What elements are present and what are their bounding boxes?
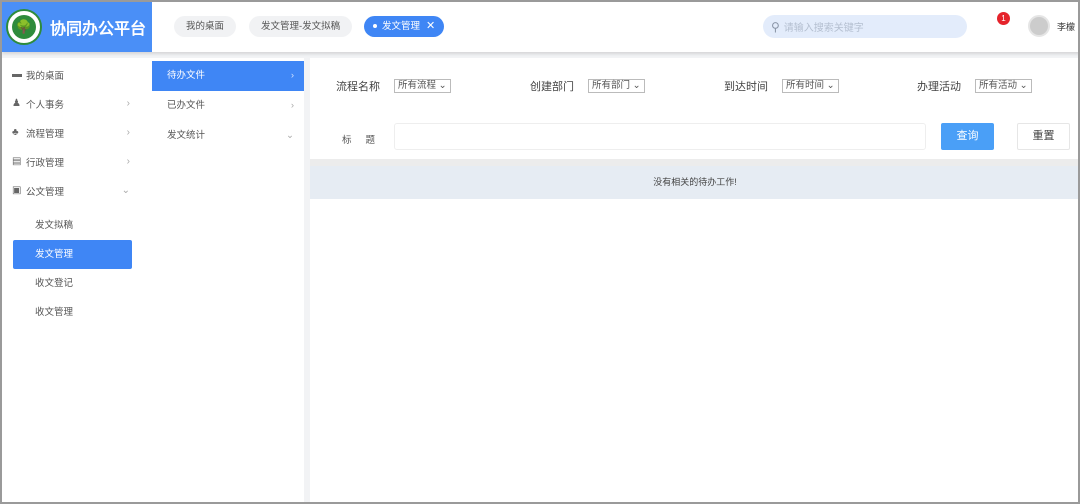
active-dot-icon bbox=[373, 24, 377, 29]
logo: 🌳 协同办公平台 bbox=[2, 2, 152, 52]
user-name[interactable]: 李檬 bbox=[1057, 20, 1075, 33]
filter-label: 到达时间 bbox=[724, 81, 768, 93]
select-value: 所有活动 bbox=[979, 80, 1018, 91]
chevron-right-icon: › bbox=[290, 70, 294, 81]
select-value: 所有流程 bbox=[398, 80, 437, 91]
arrival-time-select[interactable]: 所有时间 ⌄ bbox=[782, 79, 839, 93]
nav-label: 个人事务 bbox=[26, 99, 65, 111]
sidebar-item-desktop[interactable]: ▬ 我的桌面 bbox=[2, 60, 152, 89]
tab-label: 发文管理-发文拟稿 bbox=[261, 21, 341, 32]
main-content: 流程名称 所有流程 ⌄ 创建部门 所有部门 ⌄ 到达时间 所有时间 ⌄ 办理活动 所有活… bbox=[310, 58, 1078, 502]
process-select[interactable]: 所有流程 ⌄ bbox=[394, 79, 451, 93]
filter-label: 办理活动 bbox=[917, 81, 961, 93]
notification-badge[interactable]: 1 bbox=[997, 12, 1010, 25]
org-chart-icon: ♣ bbox=[12, 127, 19, 138]
sidebar-subitem-doc-management[interactable]: 发文管理 bbox=[13, 240, 132, 269]
chevron-down-icon: ⌄ bbox=[286, 130, 294, 141]
title-label: 标题 bbox=[342, 135, 390, 146]
sidebar-item-personal[interactable]: ♟ 个人事务 › bbox=[2, 89, 152, 118]
sidebar-item-official-docs[interactable]: ▣ 公文管理 ⌄ bbox=[2, 176, 152, 205]
users-icon: ♟ bbox=[12, 98, 21, 109]
nav-label: 公文管理 bbox=[26, 186, 65, 198]
logo-emblem-icon: 🌳 bbox=[6, 9, 42, 45]
submenu: 待办文件 › 已办文件 › 发文统计 ⌄ bbox=[152, 58, 304, 502]
app-window: 🌳 协同办公平台 我的桌面 发文管理-发文拟稿 发文管理 ✕ ⚲ 请输入搜索关键字 … bbox=[0, 0, 1080, 504]
submenu-stats[interactable]: 发文统计 ⌄ bbox=[152, 121, 304, 151]
nav-label: 流程管理 bbox=[26, 128, 65, 140]
search-input[interactable]: ⚲ 请输入搜索关键字 bbox=[763, 15, 967, 38]
select-value: 所有部门 bbox=[592, 80, 631, 91]
filter-bar: 流程名称 所有流程 ⌄ 创建部门 所有部门 ⌄ 到达时间 所有时间 ⌄ 办理活动 所有活… bbox=[310, 78, 1078, 94]
search-icon: ⚲ bbox=[771, 19, 780, 34]
department-select[interactable]: 所有部门 ⌄ bbox=[588, 79, 645, 93]
select-value: 所有时间 bbox=[786, 80, 825, 91]
close-icon[interactable]: ✕ bbox=[426, 20, 435, 32]
divider bbox=[310, 159, 1078, 166]
chevron-right-icon: › bbox=[126, 127, 130, 138]
briefcase-icon: ▣ bbox=[12, 185, 22, 196]
submenu-pending[interactable]: 待办文件 › bbox=[152, 61, 304, 91]
title-input[interactable] bbox=[394, 123, 926, 150]
sidebar-subitem-draft[interactable]: 发文拟稿 bbox=[13, 211, 132, 240]
monitor-icon: ▬ bbox=[12, 69, 22, 80]
sidebar-item-admin[interactable]: ▤ 行政管理 › bbox=[2, 147, 152, 176]
query-button[interactable]: 查询 bbox=[941, 123, 994, 150]
sidebar: ▬ 我的桌面 ♟ 个人事务 › ♣ 流程管理 › ▤ 行政管理 › ▣ 公文管理 ⌄ 发文拟稿 发… bbox=[2, 58, 152, 502]
search-placeholder: 请输入搜索关键字 bbox=[783, 23, 864, 34]
nav-label: 我的桌面 bbox=[26, 70, 65, 82]
submenu-label: 已办文件 bbox=[167, 100, 206, 111]
filter-label: 创建部门 bbox=[530, 81, 574, 93]
chevron-down-icon: ⌄ bbox=[121, 185, 130, 196]
tab-label: 发文管理 bbox=[382, 21, 421, 32]
sidebar-subitem-receive-register[interactable]: 收文登记 bbox=[13, 269, 132, 298]
avatar[interactable] bbox=[1028, 15, 1050, 37]
chevron-right-icon: › bbox=[126, 156, 130, 167]
submenu-label: 发文统计 bbox=[167, 130, 206, 141]
chevron-right-icon: › bbox=[290, 100, 294, 111]
tab-desktop[interactable]: 我的桌面 bbox=[174, 16, 237, 37]
filter-label: 流程名称 bbox=[336, 81, 380, 93]
chevron-right-icon: › bbox=[126, 98, 130, 109]
tab-draft[interactable]: 发文管理-发文拟稿 bbox=[249, 16, 353, 37]
header: 🌳 协同办公平台 我的桌面 发文管理-发文拟稿 发文管理 ✕ ⚲ 请输入搜索关键字 … bbox=[2, 2, 1078, 52]
tab-label: 我的桌面 bbox=[186, 21, 225, 32]
activity-select[interactable]: 所有活动 ⌄ bbox=[975, 79, 1032, 93]
tab-doc-management[interactable]: 发文管理 ✕ bbox=[364, 16, 445, 37]
submenu-done[interactable]: 已办文件 › bbox=[152, 91, 304, 121]
sidebar-item-workflow[interactable]: ♣ 流程管理 › bbox=[2, 118, 152, 147]
reset-button[interactable]: 重置 bbox=[1017, 123, 1070, 150]
submenu-label: 待办文件 bbox=[167, 70, 206, 81]
empty-message: 没有相关的待办工作! bbox=[310, 166, 1078, 199]
nav-label: 行政管理 bbox=[26, 157, 65, 169]
sidebar-subitem-receive-management[interactable]: 收文管理 bbox=[13, 298, 132, 327]
app-title: 协同办公平台 bbox=[50, 21, 147, 38]
document-icon: ▤ bbox=[12, 156, 22, 167]
